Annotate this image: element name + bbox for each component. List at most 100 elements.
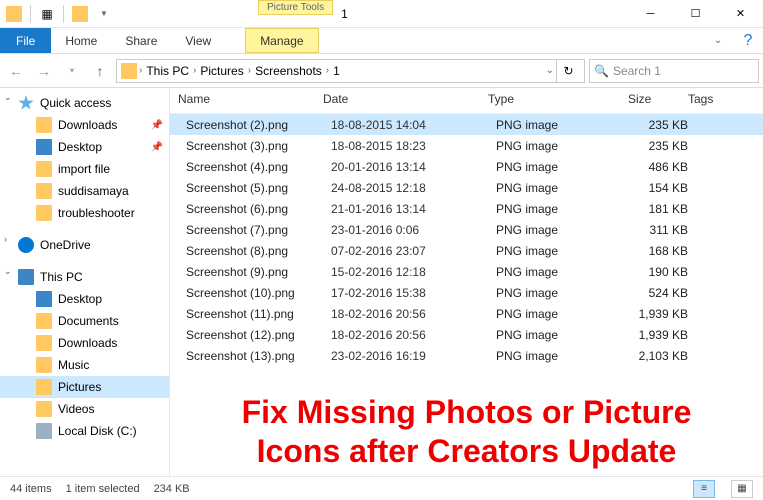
qat-dropdown-icon[interactable]: ▼ xyxy=(94,4,114,24)
file-name: Screenshot (5).png xyxy=(186,181,331,195)
desktop-icon xyxy=(36,291,52,307)
sidebar-item-music[interactable]: Music xyxy=(0,354,169,376)
tab-manage[interactable]: Manage xyxy=(245,28,318,53)
file-size: 181 KB xyxy=(636,202,696,216)
up-button[interactable]: ↑ xyxy=(88,59,112,83)
collapse-icon[interactable]: ⌄ xyxy=(4,266,12,277)
sidebar-label: Documents xyxy=(58,314,119,328)
maximize-button[interactable]: ☐ xyxy=(673,0,718,27)
pc-icon xyxy=(18,269,34,285)
sidebar-item-local-disk[interactable]: Local Disk (C:) xyxy=(0,420,169,442)
file-row[interactable]: Screenshot (3).png18-08-2015 18:23PNG im… xyxy=(170,135,763,156)
address-bar[interactable]: › This PC › Pictures › Screenshots › 1 ⌄… xyxy=(116,59,585,83)
column-date[interactable]: Date xyxy=(315,88,480,113)
file-type: PNG image xyxy=(496,118,636,132)
file-date: 18-08-2015 14:04 xyxy=(331,118,496,132)
file-row[interactable]: Screenshot (12).png18-02-2016 20:56PNG i… xyxy=(170,324,763,345)
sidebar-item-troubleshooter[interactable]: troubleshooter xyxy=(0,202,169,224)
column-type[interactable]: Type xyxy=(480,88,620,113)
file-row[interactable]: Screenshot (2).png18-08-2015 14:04PNG im… xyxy=(170,114,763,135)
sidebar-quick-access[interactable]: Quick access xyxy=(0,92,169,114)
forward-button[interactable]: → xyxy=(32,59,56,83)
new-folder-icon[interactable] xyxy=(70,4,90,24)
file-tab[interactable]: File xyxy=(0,28,51,53)
sidebar-label: Music xyxy=(58,358,89,372)
window-title: 1 xyxy=(333,0,628,27)
file-type: PNG image xyxy=(496,223,636,237)
close-button[interactable]: ✕ xyxy=(718,0,763,27)
expand-icon[interactable]: › xyxy=(4,234,7,244)
breadcrumb-item[interactable]: 1 xyxy=(331,64,342,78)
onedrive-icon xyxy=(18,237,34,253)
file-row[interactable]: Screenshot (8).png07-02-2016 23:07PNG im… xyxy=(170,240,763,261)
sidebar-item-desktop[interactable]: Desktop xyxy=(0,288,169,310)
breadcrumb-item[interactable]: This PC xyxy=(144,64,191,78)
sidebar-label: Pictures xyxy=(58,380,101,394)
sidebar-this-pc[interactable]: This PC xyxy=(0,266,169,288)
sidebar-item-documents[interactable]: Documents xyxy=(0,310,169,332)
context-tab-label: Picture Tools xyxy=(258,0,333,15)
sidebar-item-downloads[interactable]: Downloads xyxy=(0,332,169,354)
details-view-button[interactable]: ≡ xyxy=(693,480,715,498)
sidebar-label: Quick access xyxy=(40,96,111,110)
overlay-line: Fix Missing Photos or Picture xyxy=(180,393,753,431)
collapse-icon[interactable]: ⌄ xyxy=(4,92,12,103)
recent-dropdown-icon[interactable]: ▾ xyxy=(60,59,84,83)
refresh-button[interactable]: ↻ xyxy=(556,60,580,82)
sidebar-item-suddisamaya[interactable]: suddisamaya xyxy=(0,180,169,202)
folder-icon xyxy=(36,183,52,199)
column-name[interactable]: Name xyxy=(170,88,315,113)
ribbon-expand-icon[interactable]: ⌄ xyxy=(703,28,733,53)
breadcrumb-item[interactable]: Pictures xyxy=(198,64,245,78)
sidebar-item-pictures[interactable]: Pictures xyxy=(0,376,169,398)
help-icon[interactable]: ? xyxy=(733,28,763,53)
file-row[interactable]: Screenshot (5).png24-08-2015 12:18PNG im… xyxy=(170,177,763,198)
tab-share[interactable]: Share xyxy=(111,28,171,53)
file-row[interactable]: Screenshot (13).png23-02-2016 16:19PNG i… xyxy=(170,345,763,366)
thumbnails-view-button[interactable]: ▦ xyxy=(731,480,753,498)
file-size: 486 KB xyxy=(636,160,696,174)
file-row[interactable]: Screenshot (11).png18-02-2016 20:56PNG i… xyxy=(170,303,763,324)
chevron-right-icon[interactable]: › xyxy=(326,65,329,76)
file-date: 24-08-2015 12:18 xyxy=(331,181,496,195)
title-bar: ▦ ▼ Picture Tools 1 ─ ☐ ✕ xyxy=(0,0,763,28)
quick-access-toolbar: ▦ ▼ xyxy=(0,0,118,27)
sidebar-item-downloads[interactable]: Downloads📌 xyxy=(0,114,169,136)
sidebar-label: troubleshooter xyxy=(58,206,135,220)
tab-home[interactable]: Home xyxy=(51,28,111,53)
file-type: PNG image xyxy=(496,202,636,216)
file-size: 2,103 KB xyxy=(636,349,696,363)
file-row[interactable]: Screenshot (6).png21-01-2016 13:14PNG im… xyxy=(170,198,763,219)
properties-icon[interactable]: ▦ xyxy=(37,4,57,24)
file-name: Screenshot (10).png xyxy=(186,286,331,300)
file-row[interactable]: Screenshot (10).png17-02-2016 15:38PNG i… xyxy=(170,282,763,303)
overlay-line: Icons after Creators Update xyxy=(180,432,753,470)
file-row[interactable]: Screenshot (4).png20-01-2016 13:14PNG im… xyxy=(170,156,763,177)
breadcrumb-item[interactable]: Screenshots xyxy=(253,64,324,78)
sidebar-item-import-file[interactable]: import file xyxy=(0,158,169,180)
chevron-right-icon[interactable]: › xyxy=(193,65,196,76)
documents-icon xyxy=(36,313,52,329)
search-icon: 🔍 xyxy=(594,64,609,78)
file-date: 18-08-2015 18:23 xyxy=(331,139,496,153)
file-row[interactable]: Screenshot (9).png15-02-2016 12:18PNG im… xyxy=(170,261,763,282)
sidebar-label: import file xyxy=(58,162,110,176)
navigation-pane[interactable]: ⌄ Quick access Downloads📌 Desktop📌 impor… xyxy=(0,88,170,476)
tab-view[interactable]: View xyxy=(171,28,225,53)
sidebar-item-videos[interactable]: Videos xyxy=(0,398,169,420)
sidebar-item-desktop[interactable]: Desktop📌 xyxy=(0,136,169,158)
minimize-button[interactable]: ─ xyxy=(628,0,673,27)
column-tags[interactable]: Tags xyxy=(680,88,763,113)
sidebar-label: suddisamaya xyxy=(58,184,129,198)
history-dropdown-icon[interactable]: ⌄ xyxy=(546,65,554,76)
sidebar-onedrive[interactable]: OneDrive xyxy=(0,234,169,256)
file-row[interactable]: Screenshot (7).png23-01-2016 0:06PNG ima… xyxy=(170,219,763,240)
search-input[interactable]: 🔍 Search 1 xyxy=(589,59,759,83)
back-button[interactable]: ← xyxy=(4,59,28,83)
column-size[interactable]: Size xyxy=(620,88,680,113)
file-size: 524 KB xyxy=(636,286,696,300)
sidebar-label: OneDrive xyxy=(40,238,91,252)
chevron-right-icon[interactable]: › xyxy=(139,65,142,76)
folder-icon[interactable] xyxy=(4,4,24,24)
chevron-right-icon[interactable]: › xyxy=(248,65,251,76)
